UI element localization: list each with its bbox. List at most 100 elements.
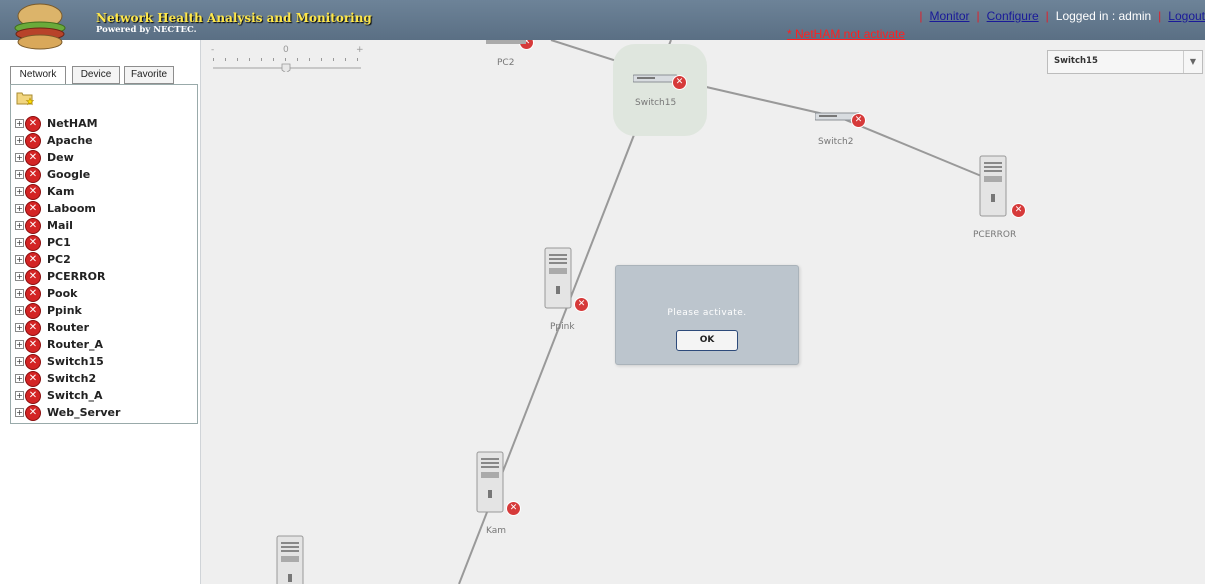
tree-item-label: Pook bbox=[47, 287, 78, 300]
nav-separator: | bbox=[1045, 9, 1049, 23]
tree-item-switch2[interactable]: + ✕ Switch2 bbox=[15, 370, 96, 387]
expand-icon[interactable]: + bbox=[15, 340, 24, 349]
nav-separator: | bbox=[976, 9, 980, 23]
expand-icon[interactable]: + bbox=[15, 391, 24, 400]
tree-item-label: Switch15 bbox=[47, 355, 104, 368]
expand-icon[interactable]: + bbox=[15, 408, 24, 417]
tree-item-label: Dew bbox=[47, 151, 74, 164]
ppink-server-icon[interactable] bbox=[543, 246, 577, 310]
app-header: Network Health Analysis and Monitoring P… bbox=[0, 0, 1205, 50]
network-tree: + ✕ NetHAM + ✕ Apache + ✕ Dew + ✕ Google + ✕ Kam + ✕ Labo… bbox=[10, 84, 198, 424]
error-status-icon: ✕ bbox=[25, 370, 41, 387]
node-select[interactable]: Switch15 ▼ bbox=[1047, 50, 1203, 74]
tree-item-label: PC1 bbox=[47, 236, 71, 249]
error-status-icon: ✕ bbox=[25, 353, 41, 370]
nav-separator: | bbox=[919, 9, 923, 23]
activation-dialog: Please activate. OK bbox=[615, 265, 799, 365]
network-map[interactable]: - 0 + Switch15 ▼ ✕ PC2 ✕ Switch15 ✕ Swit… bbox=[201, 40, 1205, 584]
configure-link[interactable]: Configure bbox=[987, 9, 1039, 23]
ok-button[interactable]: OK bbox=[676, 330, 738, 351]
error-status-icon: ✕ bbox=[25, 166, 41, 183]
expand-icon[interactable]: + bbox=[15, 136, 24, 145]
tree-item-apache[interactable]: + ✕ Apache bbox=[15, 132, 93, 149]
zoom-zero-label: 0 bbox=[283, 45, 289, 55]
tree-item-pc1[interactable]: + ✕ PC1 bbox=[15, 234, 71, 251]
chevron-down-icon[interactable]: ▼ bbox=[1183, 51, 1202, 73]
expand-icon[interactable]: + bbox=[15, 221, 24, 230]
tree-item-google[interactable]: + ✕ Google bbox=[15, 166, 90, 183]
kam-server-icon[interactable] bbox=[475, 450, 509, 514]
pc2-device-icon[interactable] bbox=[486, 40, 526, 44]
expand-icon[interactable]: + bbox=[15, 204, 24, 213]
tree-item-pcerror[interactable]: + ✕ PCERROR bbox=[15, 268, 105, 285]
tree-item-label: Kam bbox=[47, 185, 75, 198]
tree-item-label: PC2 bbox=[47, 253, 71, 266]
tree-item-label: Apache bbox=[47, 134, 93, 147]
expand-icon[interactable]: + bbox=[15, 238, 24, 247]
selected-node-highlight bbox=[613, 44, 707, 136]
tree-item-laboom[interactable]: + ✕ Laboom bbox=[15, 200, 96, 217]
pcerror-error-icon: ✕ bbox=[1011, 203, 1026, 218]
kam-error-icon: ✕ bbox=[506, 501, 521, 516]
node-select-value: Switch15 bbox=[1054, 56, 1098, 66]
switch15-label: Switch15 bbox=[635, 98, 677, 108]
tree-item-pook[interactable]: + ✕ Pook bbox=[15, 285, 78, 302]
error-status-icon: ✕ bbox=[25, 387, 41, 404]
hamburger-logo-icon bbox=[14, 3, 66, 50]
expand-icon[interactable]: + bbox=[15, 187, 24, 196]
tree-item-switch-a[interactable]: + ✕ Switch_A bbox=[15, 387, 102, 404]
link-switch2-pcerror bbox=[840, 117, 992, 181]
sidebar: Network Device Favorite + ✕ NetHAM + ✕ Apache… bbox=[0, 40, 201, 584]
expand-icon[interactable]: + bbox=[15, 374, 24, 383]
tree-item-label: Switch_A bbox=[47, 389, 103, 402]
tree-item-ppink[interactable]: + ✕ Ppink bbox=[15, 302, 82, 319]
tree-item-mail[interactable]: + ✕ Mail bbox=[15, 217, 73, 234]
expand-icon[interactable]: + bbox=[15, 323, 24, 332]
pcerror-server-icon[interactable] bbox=[978, 154, 1012, 218]
tree-item-switch15[interactable]: + ✕ Switch15 bbox=[15, 353, 104, 370]
expand-icon[interactable]: + bbox=[15, 357, 24, 366]
expand-icon[interactable]: + bbox=[15, 255, 24, 264]
zoom-minus-label: - bbox=[211, 45, 214, 55]
zoom-slider[interactable]: - 0 + bbox=[211, 42, 371, 72]
logout-link[interactable]: Logout bbox=[1168, 9, 1205, 23]
tab-device[interactable]: Device bbox=[72, 66, 120, 84]
expand-icon[interactable]: + bbox=[15, 153, 24, 162]
tree-item-router[interactable]: + ✕ Router bbox=[15, 319, 89, 336]
tree-item-label: Mail bbox=[47, 219, 73, 232]
tree-item-netham[interactable]: + ✕ NetHAM bbox=[15, 115, 98, 132]
expand-icon[interactable]: + bbox=[15, 306, 24, 315]
monitor-link[interactable]: Monitor bbox=[929, 9, 969, 23]
tree-item-label: Switch2 bbox=[47, 372, 97, 385]
tree-item-router-a[interactable]: + ✕ Router_A bbox=[15, 336, 103, 353]
tree-item-label: PCERROR bbox=[47, 270, 106, 283]
app-title: Network Health Analysis and Monitoring bbox=[96, 11, 372, 25]
ppink-label: Ppink bbox=[550, 322, 575, 332]
tree-item-web-server[interactable]: + ✕ Web_Server bbox=[15, 404, 120, 421]
tab-favorite[interactable]: Favorite bbox=[124, 66, 174, 84]
tree-item-kam[interactable]: + ✕ Kam bbox=[15, 183, 74, 200]
expand-icon[interactable]: + bbox=[15, 119, 24, 128]
ppink-error-icon: ✕ bbox=[574, 297, 589, 312]
error-status-icon: ✕ bbox=[25, 132, 41, 149]
top-navigation: | Monitor | Configure | Logged in : admin | Log… bbox=[912, 9, 1205, 23]
activation-warning-link[interactable]: * NetHAM not activate bbox=[787, 27, 905, 41]
expand-icon[interactable]: + bbox=[15, 272, 24, 281]
error-status-icon: ✕ bbox=[25, 302, 41, 319]
tree-item-label: Google bbox=[47, 168, 91, 181]
tab-network[interactable]: Network bbox=[10, 66, 66, 86]
pcerror-label: PCERROR bbox=[973, 230, 1017, 240]
expand-icon[interactable]: + bbox=[15, 170, 24, 179]
tree-item-label: Web_Server bbox=[47, 406, 121, 419]
zoom-thumb[interactable] bbox=[281, 63, 291, 72]
folder-star-icon[interactable] bbox=[16, 90, 34, 106]
tree-item-label: Router bbox=[47, 321, 90, 334]
nav-separator: | bbox=[1158, 9, 1162, 23]
tree-item-pc2[interactable]: + ✕ PC2 bbox=[15, 251, 71, 268]
server-icon[interactable] bbox=[275, 534, 309, 584]
error-status-icon: ✕ bbox=[25, 319, 41, 336]
error-status-icon: ✕ bbox=[25, 285, 41, 302]
tree-item-dew[interactable]: + ✕ Dew bbox=[15, 149, 74, 166]
expand-icon[interactable]: + bbox=[15, 289, 24, 298]
logged-in-status: Logged in : admin bbox=[1055, 9, 1152, 23]
